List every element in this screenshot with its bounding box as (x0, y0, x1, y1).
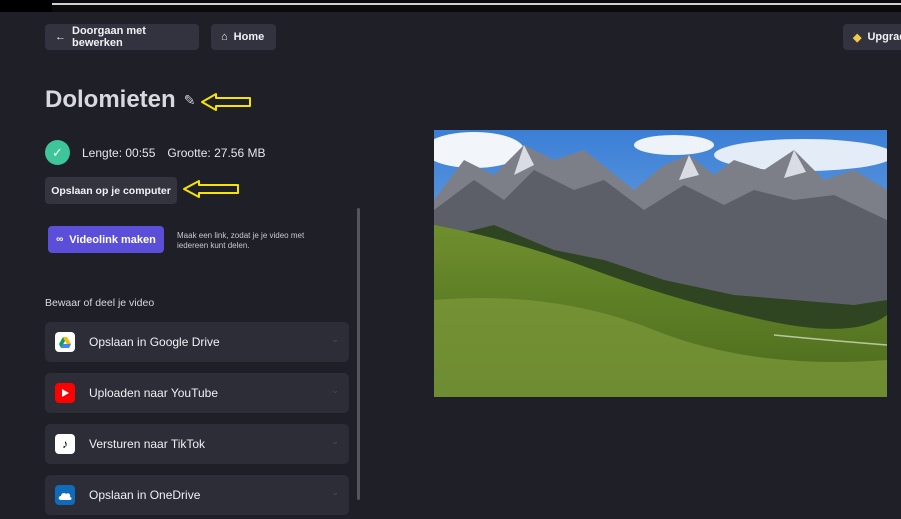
share-item-onedrive[interactable]: Opslaan in OneDrive ⌄ (45, 475, 349, 515)
video-preview[interactable] (434, 130, 887, 397)
link-icon: ∞ (56, 234, 64, 245)
arrow-left-icon: ← (55, 31, 66, 43)
home-button[interactable]: ⌂ Home (211, 24, 276, 50)
title-row: Dolomieten ✎ (45, 86, 195, 114)
continue-editing-label: Doorgaan met bewerken (72, 25, 146, 49)
chevron-down-icon: ⌄ (331, 436, 339, 446)
share-item-google-drive[interactable]: Opslaan in Google Drive ⌄ (45, 322, 349, 362)
share-item-label: Uploaden naar YouTube (89, 386, 218, 400)
save-to-computer-label: Opslaan op je computer (51, 184, 171, 197)
diamond-icon: ◆ (853, 31, 862, 44)
google-drive-icon (55, 332, 75, 352)
share-item-label: Opslaan in OneDrive (89, 488, 201, 502)
share-section-label: Bewaar of deel je video (45, 297, 155, 309)
continue-editing-button[interactable]: ← Doorgaan met bewerken (45, 24, 199, 50)
scrollbar[interactable] (357, 208, 360, 500)
video-length: Lengte: 00:55 (82, 145, 156, 160)
share-item-tiktok[interactable]: ♪ Versturen naar TikTok ⌄ (45, 424, 349, 464)
tiktok-icon: ♪ (55, 434, 75, 454)
home-icon: ⌂ (221, 31, 228, 43)
share-item-label: Opslaan in Google Drive (89, 335, 220, 349)
checkmark-icon: ✓ (45, 140, 70, 165)
top-strip-line (52, 3, 901, 5)
chevron-down-icon: ⌄ (331, 334, 339, 344)
annotation-arrow-save (183, 180, 239, 198)
project-title: Dolomieten (45, 86, 176, 113)
youtube-icon (55, 383, 75, 403)
top-strip-dark (0, 0, 52, 12)
share-item-label: Versturen naar TikTok (89, 437, 206, 451)
browser-top-strip (0, 0, 901, 12)
chevron-down-icon: ⌄ (331, 385, 339, 395)
home-label: Home (233, 31, 265, 43)
video-size: Grootte: 27.56 MB (167, 145, 266, 160)
onedrive-icon (55, 485, 75, 505)
status-row: ✓ Lengte: 00:55 Grootte: 27.56 MB (45, 140, 265, 165)
video-preview-image (434, 130, 887, 397)
share-item-youtube[interactable]: Uploaden naar YouTube ⌄ (45, 373, 349, 413)
videolink-label: Videolink maken (69, 233, 156, 246)
upgrade-label: Upgrade (867, 31, 901, 43)
videolink-help-text: Maak een link, zodat je je video met ied… (177, 231, 305, 250)
annotation-arrow-title (201, 93, 251, 111)
save-to-computer-button[interactable]: Opslaan op je computer (45, 177, 177, 204)
videolink-button[interactable]: ∞ Videolink maken (48, 226, 164, 253)
upgrade-button[interactable]: ◆ Upgrade (843, 24, 901, 50)
pencil-icon[interactable]: ✎ (184, 92, 196, 109)
chevron-down-icon: ⌄ (331, 487, 339, 497)
